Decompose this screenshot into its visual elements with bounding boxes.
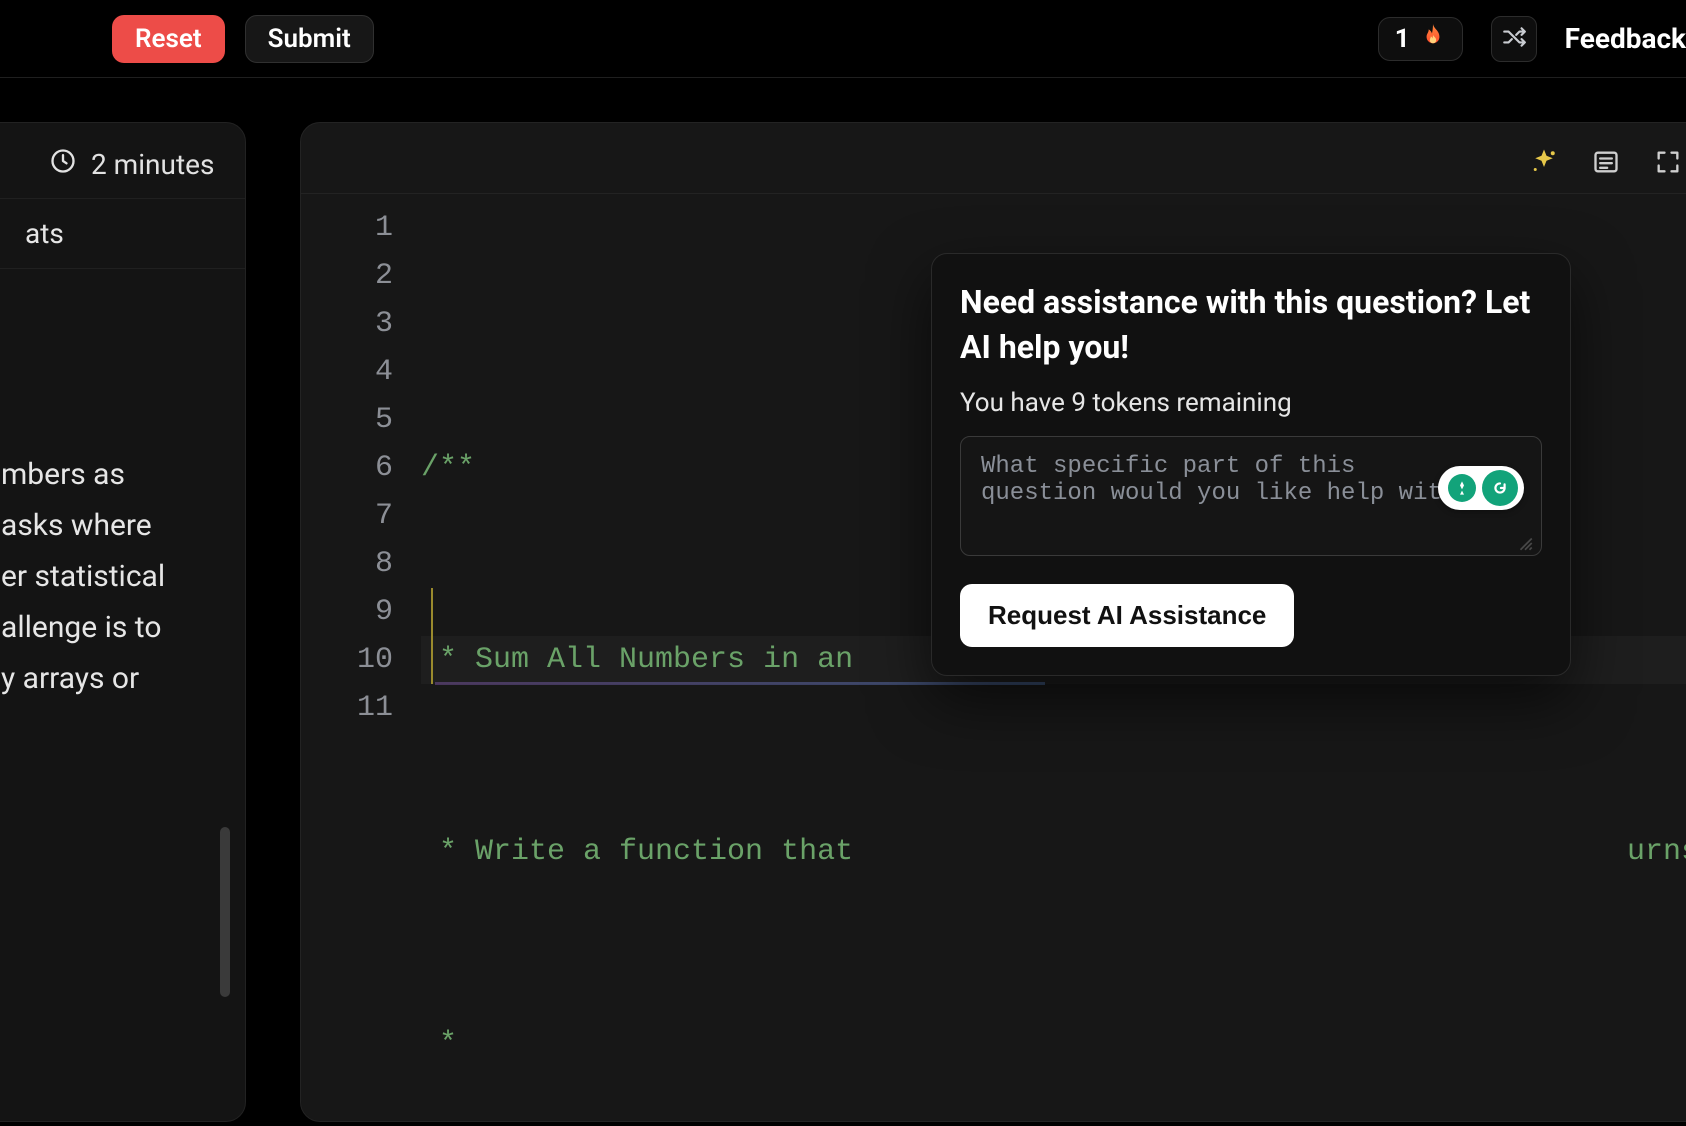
timer-header: 2 minutes — [0, 123, 245, 199]
left-tab-label: ats — [25, 217, 64, 250]
streak-pill[interactable]: 1 — [1378, 17, 1463, 61]
expand-icon[interactable] — [1651, 145, 1685, 179]
main: 2 minutes ats mbers as asks where er sta… — [0, 78, 1686, 1126]
request-ai-label: Request AI Assistance — [988, 600, 1266, 631]
popup-title: Need assistance with this question? Let … — [960, 280, 1542, 370]
line-number: 7 — [301, 492, 393, 540]
topbar: Reset Submit 1 — [0, 0, 1686, 78]
line-number: 1 — [301, 204, 393, 252]
feedback-label: Feedback — [1565, 22, 1686, 55]
left-line: er statistical — [1, 551, 225, 602]
left-content: mbers as asks where er statistical allen… — [0, 269, 245, 1107]
line-number: 4 — [301, 348, 393, 396]
textarea-resize-grip[interactable] — [1516, 534, 1534, 552]
line-number: 8 — [301, 540, 393, 588]
list-icon[interactable] — [1589, 145, 1623, 179]
editor-toolbar — [1527, 145, 1685, 179]
reset-button[interactable]: Reset — [112, 15, 225, 63]
left-scrollbar-thumb[interactable] — [220, 827, 230, 997]
flame-icon — [1420, 24, 1446, 54]
streak-count: 1 — [1395, 24, 1410, 54]
code-token: /** — [421, 451, 475, 485]
line-number: 10 — [301, 636, 393, 684]
shuffle-icon — [1501, 24, 1527, 54]
code-token: * — [421, 1027, 457, 1061]
grammarly-widget[interactable] — [1438, 466, 1524, 510]
submit-label: Submit — [268, 24, 351, 54]
ai-assist-popup: Need assistance with this question? Let … — [931, 253, 1571, 676]
code-token: Write a function that — [475, 835, 853, 869]
left-line: allenge is to — [1, 602, 225, 653]
request-ai-button[interactable]: Request AI Assistance — [960, 584, 1294, 647]
line-number: 5 — [301, 396, 393, 444]
left-line: asks where — [1, 500, 225, 551]
submit-button[interactable]: Submit — [245, 15, 374, 63]
reset-label: Reset — [135, 24, 202, 54]
shuffle-button[interactable] — [1491, 16, 1537, 62]
grammarly-icon — [1482, 470, 1518, 506]
code-token: * — [421, 643, 475, 677]
left-line: y arrays or — [1, 653, 225, 704]
left-line: mbers as — [1, 449, 225, 500]
timer-text: 2 minutes — [91, 148, 214, 181]
code-token: Sum All Numbers in an — [475, 643, 853, 677]
grammarly-pen-icon — [1448, 474, 1476, 502]
line-number: 2 — [301, 252, 393, 300]
code-token: * — [421, 835, 475, 869]
editor-panel: 1 2 3 4 5 6 7 8 9 10 11 /** * Sum All — [300, 122, 1686, 1122]
selection-underline — [435, 682, 1045, 685]
clock-icon — [49, 147, 77, 182]
line-number: 11 — [301, 684, 393, 732]
left-panel: 2 minutes ats mbers as asks where er sta… — [0, 122, 246, 1122]
popup-subtitle: You have 9 tokens remaining — [960, 388, 1542, 418]
line-gutter: 1 2 3 4 5 6 7 8 9 10 11 — [301, 204, 421, 1121]
line-number: 6 — [301, 444, 393, 492]
line-number: 3 — [301, 300, 393, 348]
left-tab[interactable]: ats — [0, 199, 245, 269]
feedback-button[interactable]: Feedback — [1565, 22, 1686, 55]
sparkle-icon[interactable] — [1527, 145, 1561, 179]
code-token: urns t — [1627, 828, 1686, 876]
line-number: 9 — [301, 588, 393, 636]
